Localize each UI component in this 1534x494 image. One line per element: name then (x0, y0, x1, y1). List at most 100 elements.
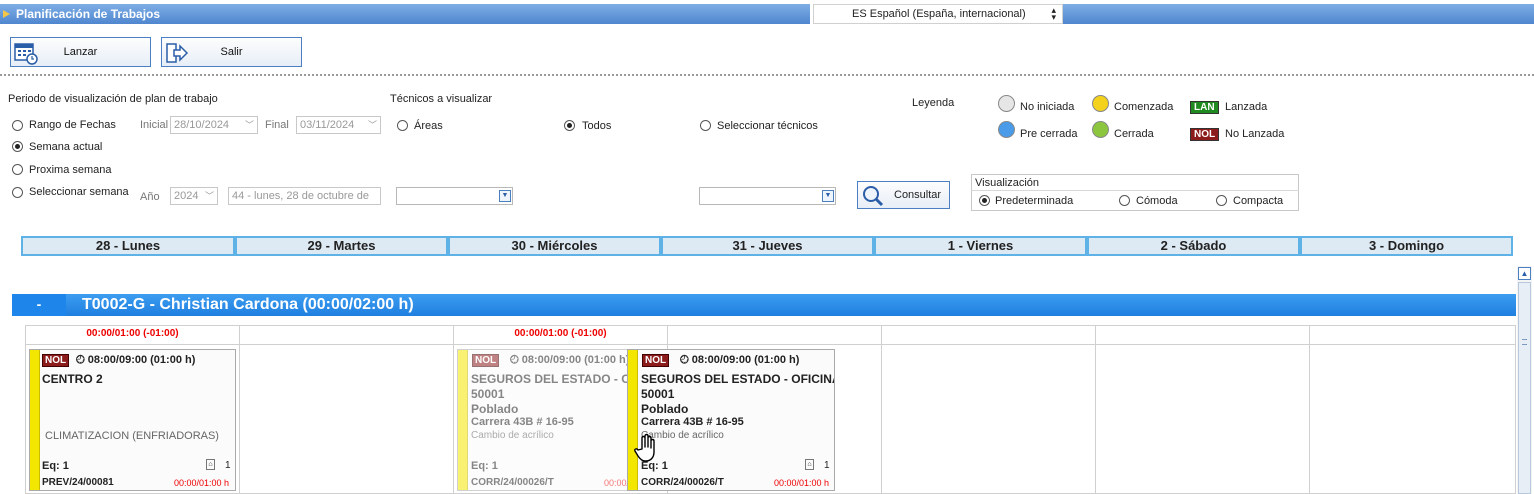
legend-pre-closed-dot (998, 121, 1015, 138)
collapse-button[interactable]: - (12, 294, 66, 316)
window-title: Planificación de Trabajos (16, 7, 161, 21)
legend-started-dot (1092, 95, 1109, 112)
not-launched-tag: NOL (472, 354, 500, 367)
day-total-thursday (667, 325, 882, 345)
final-label: Final (265, 119, 289, 131)
card-equipment: Eq: 1 (42, 460, 69, 472)
legend-not-launched-tag: NOL (1190, 128, 1220, 141)
day-cell-tuesday[interactable] (239, 344, 454, 494)
year-select[interactable]: 2024 ﹀ (170, 187, 218, 205)
day-header-sunday: 3 - Domingo (1300, 236, 1513, 256)
card-count: 1 (225, 460, 231, 471)
legend-not-started-dot (998, 95, 1015, 112)
clock-icon: 🕘︎ (76, 354, 88, 366)
technicians-dropdown[interactable]: ▼ (699, 187, 836, 205)
card-title: CENTRO 2 (42, 372, 103, 386)
areas-dropdown[interactable]: ▼ (396, 187, 513, 205)
radio-compact-view[interactable] (1216, 195, 1227, 206)
initial-label: Inicial (140, 119, 169, 131)
consult-button[interactable]: Consultar (857, 181, 950, 209)
day-cell-sunday[interactable] (1309, 344, 1516, 494)
status-bar (458, 350, 468, 490)
day-header-wednesday: 30 - Miércoles (448, 236, 661, 256)
day-header-friday: 1 - Viernes (874, 236, 1087, 256)
window-title-bar: Planificación de Trabajos (0, 4, 810, 24)
radio-default-view-label: Predeterminada (995, 195, 1074, 207)
vertical-scrollbar[interactable]: ▲ (1517, 266, 1532, 494)
card-title: SEGUROS DEL ESTADO - OFICINA (641, 372, 835, 386)
legend-closed-dot (1092, 121, 1109, 138)
chevron-down-icon: ﹀ (204, 191, 214, 201)
card-zone: Poblado (641, 402, 689, 416)
work-order-card-ghost[interactable]: NOL 🕘︎ 08:00/09:00 (01:00 h) SEGUROS DEL… (457, 349, 628, 491)
day-total-saturday (1095, 325, 1310, 345)
not-launched-tag: NOL (642, 354, 670, 367)
card-hours: 00:00/01:00 h (774, 478, 830, 488)
card-code: CORR/24/00026/T (471, 477, 554, 488)
technician-name: T0002-G - Christian Cardona (00:00/02:00… (82, 296, 414, 313)
day-total-sunday (1309, 325, 1516, 345)
card-description: Cambio de acrílico (471, 430, 554, 441)
initial-date-field[interactable]: 28/10/2024 ﹀ (170, 116, 258, 134)
radio-select-technicians-label: Seleccionar técnicos (717, 120, 818, 132)
scroll-thumb[interactable] (1518, 282, 1531, 494)
card-title: SEGUROS DEL ESTADO - O (471, 372, 628, 386)
chevron-down-icon: ﹀ (244, 120, 254, 130)
chevron-down-icon: ﹀ (367, 120, 377, 130)
chevron-down-icon: ▼ (822, 190, 834, 202)
card-count: 1 (824, 460, 830, 471)
scroll-up-icon[interactable]: ▲ (1518, 267, 1531, 280)
status-bar (30, 350, 40, 490)
card-zone: Poblado (471, 402, 519, 416)
magnifier-icon (863, 186, 884, 207)
grip-icon (1522, 339, 1527, 345)
day-header-monday: 28 - Lunes (21, 236, 235, 256)
legend-pre-closed-label: Pre cerrada (1020, 128, 1078, 140)
week-select[interactable]: 44 - lunes, 28 de octubre de (228, 187, 381, 205)
day-cell-saturday[interactable] (1095, 344, 1310, 494)
status-bar (628, 350, 638, 490)
card-address: Carrera 43B # 16-95 (641, 416, 744, 428)
day-total-monday: 00:00/01:00 (-01:00) (25, 325, 240, 345)
legend-launched-label: Lanzada (1225, 101, 1268, 113)
day-total-friday (881, 325, 1096, 345)
period-title: Periodo de visualización de plan de trab… (8, 93, 218, 105)
radio-select-technicians[interactable] (700, 120, 711, 131)
legend-started-label: Comenzada (1114, 101, 1174, 113)
card-time: 🕘︎ 08:00/09:00 (01:00 h) (680, 354, 800, 366)
day-cell-friday[interactable] (881, 344, 1096, 494)
radio-current-week[interactable] (12, 141, 23, 152)
visualization-title: Visualización (975, 177, 1040, 189)
radio-default-view[interactable] (979, 195, 990, 206)
card-hours: 00:00/01:00 h (174, 478, 230, 488)
title-bar-right (1063, 4, 1534, 24)
card-hours: 00:00/ (604, 478, 628, 488)
not-launched-tag: NOL (42, 354, 70, 367)
calendar-clock-icon (14, 43, 38, 65)
day-total-tuesday (239, 325, 454, 345)
exit-button[interactable]: Salir (161, 37, 302, 67)
work-order-card[interactable]: NOL 🕘︎ 08:00/09:00 (01:00 h) CENTRO 2 CL… (29, 349, 236, 491)
radio-all-label: Todos (582, 120, 612, 132)
card-equipment: Eq: 1 (471, 460, 498, 472)
work-order-card-dragging[interactable]: NOL 🕘︎ 08:00/09:00 (01:00 h) SEGUROS DEL… (627, 349, 835, 491)
building-icon: ⌂ (805, 459, 814, 470)
radio-next-week[interactable] (12, 164, 23, 175)
radio-select-week-label: Seleccionar semana (29, 186, 129, 198)
radio-date-range[interactable] (12, 120, 23, 131)
radio-areas-label: Áreas (414, 120, 443, 132)
legend-not-started-label: No iniciada (1020, 101, 1075, 113)
radio-all[interactable] (564, 120, 575, 131)
final-date-field[interactable]: 03/11/2024 ﹀ (296, 116, 381, 134)
language-select[interactable]: ES Español (España, internacional) ▴ ▾ (813, 4, 1063, 24)
card-time: 🕘︎ 08:00/09:00 (01:00 h) (510, 354, 628, 366)
launch-button[interactable]: Lanzar (10, 37, 151, 67)
radio-areas[interactable] (397, 120, 408, 131)
card-description: CLIMATIZACION (ENFRIADORAS) (45, 430, 219, 442)
radio-comfortable-view-label: Cómoda (1136, 195, 1178, 207)
card-time: 🕘︎ 08:00/09:00 (01:00 h) (76, 354, 196, 366)
window-icon (3, 10, 10, 18)
radio-comfortable-view[interactable] (1119, 195, 1130, 206)
card-code: PREV/24/00081 (42, 477, 114, 488)
radio-select-week[interactable] (12, 187, 23, 198)
